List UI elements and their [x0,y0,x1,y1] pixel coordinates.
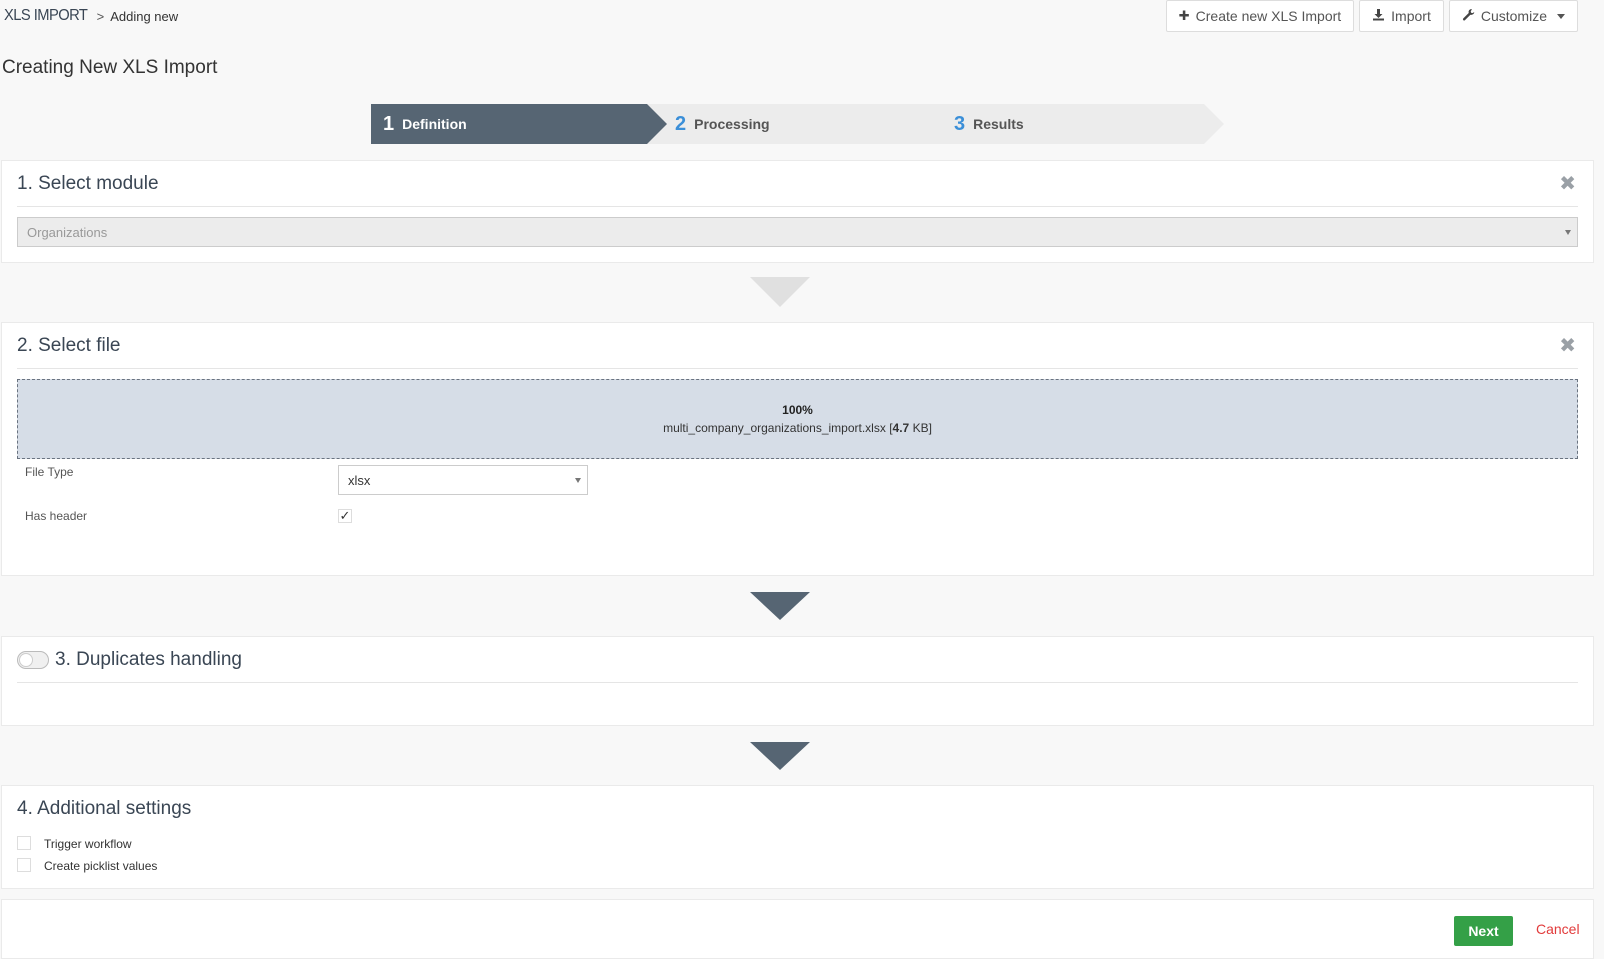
panel-title: 4. Additional settings [17,798,192,819]
download-icon [1372,8,1385,24]
import-label: Import [1391,8,1431,24]
additional-settings-panel: 4. Additional settings Trigger workflow … [1,785,1594,889]
step-label: Results [973,116,1024,132]
panel-header: 2. Select file ✖ [17,323,1578,369]
file-type-row: File Type xlsx [25,463,588,495]
select-module-panel: 1. Select module ✖ Organizations [1,160,1594,263]
uploaded-file-info: multi_company_organizations_import.xlsx … [663,421,932,435]
wrench-icon [1462,8,1475,24]
trigger-workflow-label: Trigger workflow [44,837,132,851]
top-actions: ✚ Create new XLS Import Import Customize [1165,0,1578,32]
file-type-select[interactable]: xlsx [338,465,588,495]
create-new-import-label: Create new XLS Import [1195,8,1342,24]
breadcrumb-module[interactable]: XLS IMPORT [4,7,88,25]
close-icon[interactable]: ✖ [1559,336,1576,356]
step-arrow [1204,104,1224,144]
wizard-step-processing: 2 Processing [647,104,942,144]
wizard-step-definition: 1 Definition [371,104,666,144]
breadcrumb: XLS IMPORT > Adding new [4,7,178,25]
step-arrow [647,104,667,144]
step-connector-arrow [750,742,810,770]
file-size-unit: KB] [912,421,932,435]
create-picklist-checkbox[interactable] [17,857,31,872]
customize-label: Customize [1480,8,1547,24]
module-select-value: Organizations [27,224,108,240]
chevron-down-icon [1557,13,1565,19]
chevron-down-icon [1565,230,1571,235]
import-button[interactable]: Import [1359,0,1444,32]
step-connector-arrow [750,277,810,307]
wizard-steps: 1 Definition 2 Processing 3 Results [371,104,1224,144]
check-icon: ✓ [339,508,351,523]
panel-title: 3. Duplicates handling [55,648,242,670]
has-header-row: Has header ✓ [25,509,352,523]
step-number: 1 [383,112,395,135]
page-title: Creating New XLS Import [2,57,218,78]
footer-panel: Next Cancel [1,899,1594,959]
panel-header: 4. Additional settings [17,786,1578,832]
duplicates-toggle[interactable] [17,650,49,669]
trigger-workflow-checkbox[interactable] [17,835,31,850]
file-type-label: File Type [25,465,74,479]
file-type-value: xlsx [348,472,371,488]
step-number: 3 [954,112,966,135]
file-size: 4.7 [892,421,910,435]
create-picklist-row: Create picklist values [17,856,157,873]
module-select[interactable]: Organizations [17,217,1578,247]
panel-header: 1. Select module ✖ [17,161,1578,207]
cancel-link[interactable]: Cancel [1536,921,1580,937]
file-dropzone[interactable]: 100% multi_company_organizations_import.… [17,379,1578,459]
close-icon[interactable]: ✖ [1559,174,1576,194]
upload-progress: 100% [782,403,813,417]
breadcrumb-current: Adding new [110,8,179,24]
customize-button[interactable]: Customize [1448,0,1578,32]
breadcrumb-separator: > [96,8,105,24]
duplicates-handling-panel: 3. Duplicates handling [1,636,1594,726]
top-bar: XLS IMPORT > Adding new ✚ Create new XLS… [0,0,1604,34]
uploaded-file-name: multi_company_organizations_import.xlsx [663,421,886,435]
plus-icon: ✚ [1178,8,1190,23]
wizard-step-results: 3 Results [942,104,1204,144]
step-connector-arrow [750,592,810,620]
toggle-knob [19,652,33,667]
panel-title: 1. Select module [17,172,159,194]
step-number: 2 [675,112,687,135]
has-header-label: Has header [25,509,88,523]
select-file-panel: 2. Select file ✖ 100% multi_company_orga… [1,322,1594,576]
step-label: Processing [694,116,770,132]
step-label: Definition [402,116,467,132]
panel-title: 2. Select file [17,334,121,356]
trigger-workflow-row: Trigger workflow [17,834,132,851]
create-new-import-button[interactable]: ✚ Create new XLS Import [1165,0,1355,32]
chevron-down-icon [575,478,581,483]
has-header-checkbox[interactable]: ✓ [338,509,352,523]
next-button[interactable]: Next [1454,916,1513,946]
panel-header: 3. Duplicates handling [17,637,1578,683]
create-picklist-label: Create picklist values [44,859,158,873]
